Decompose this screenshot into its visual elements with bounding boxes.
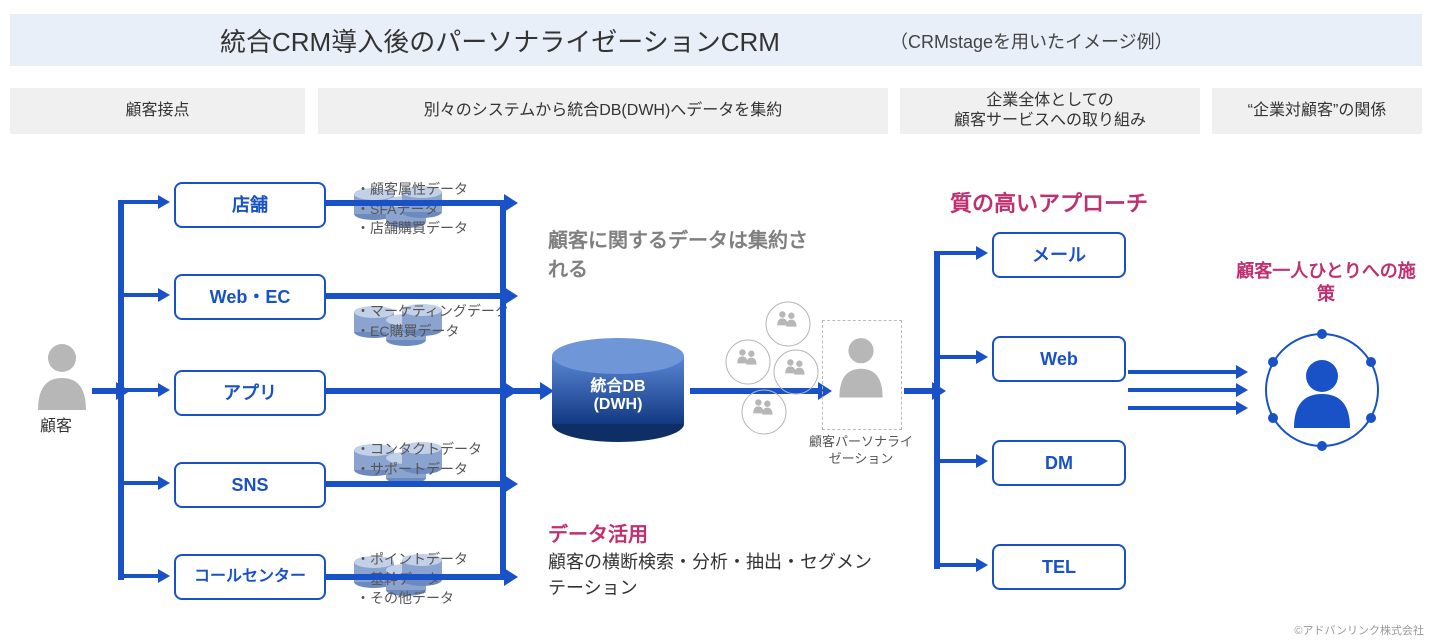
- db-note-0: ・顧客属性データ ・SFAデータ ・店舗購買データ: [356, 180, 468, 239]
- usage-head: データ活用: [548, 518, 648, 547]
- colhdr-touchpoint: 顧客接点: [10, 88, 305, 134]
- arr-app-0: [934, 251, 978, 255]
- tp-webec: Web・EC: [174, 274, 326, 320]
- conv-h-4: [326, 574, 506, 580]
- arr-app-3: [934, 563, 978, 567]
- app-mail: メール: [992, 232, 1126, 278]
- colhdr-relation: “企業対顧客”の関係: [1212, 88, 1422, 134]
- usage-body: 顧客の横断検索・分析・抽出・セグメンテーション: [548, 548, 888, 600]
- app-web: Web: [992, 336, 1126, 382]
- arrow-tp-4: [118, 574, 160, 578]
- customer-hub-icon: [1252, 320, 1392, 460]
- arr-hub-1: [1128, 370, 1238, 374]
- arrow-tp-1: [118, 293, 160, 297]
- arrow-to-central: [500, 388, 542, 394]
- tp-store: 店舗: [174, 182, 326, 228]
- copyright: ©アドバンリンク株式会社: [1294, 622, 1424, 638]
- conv-h-3: [326, 481, 506, 487]
- conv-h-2: [326, 388, 506, 394]
- conv-h-0: [326, 200, 506, 206]
- arrow-tp-2: [118, 388, 160, 392]
- colhdr-service: 企業全体としての 顧客サービスへの取り組み: [900, 88, 1200, 134]
- conv-h-1: [326, 293, 506, 299]
- individual-note: 顧客一人ひとりへの施策: [1236, 260, 1416, 307]
- segment-groups-icon: [718, 300, 828, 440]
- customer-icon: [32, 340, 92, 410]
- arr-hub-2: [1128, 388, 1238, 392]
- db-note-1: ・マーケティングデータ ・EC購買データ: [356, 302, 509, 341]
- customer-label: 顧客: [40, 412, 72, 436]
- app-tel: TEL: [992, 544, 1126, 590]
- arr-app-1: [934, 355, 978, 359]
- persona-icon: [834, 334, 888, 398]
- arr-hub-3: [1128, 406, 1238, 410]
- central-db-line1: 統合DB: [590, 378, 645, 395]
- title-bar: 統合CRM導入後のパーソナライゼーションCRM （CRMstageを用いたイメー…: [10, 14, 1422, 66]
- fan-vertical: [934, 251, 940, 569]
- title-main: 統合CRM導入後のパーソナライゼーションCRM: [220, 22, 780, 59]
- aggregate-note: 顧客に関するデータは集約される: [548, 224, 808, 282]
- arrow-tp-0: [118, 200, 160, 204]
- arrow-tp-3: [118, 481, 160, 485]
- db-note-2: ・コンタクトデータ ・サポートデータ: [356, 440, 482, 479]
- central-db-line2: (DWH): [594, 396, 643, 413]
- persona-label: 顧客パーソナライゼーション: [806, 434, 916, 468]
- tp-callcenter: コールセンター: [174, 554, 326, 600]
- arr-app-2: [934, 459, 978, 463]
- title-sub: （CRMstageを用いたイメージ例）: [890, 28, 1173, 54]
- approach-head: 質の高いアプローチ: [950, 186, 1148, 218]
- app-dm: DM: [992, 440, 1126, 486]
- tp-sns: SNS: [174, 462, 326, 508]
- tp-app: アプリ: [174, 370, 326, 416]
- central-db-label: 統合DB (DWH): [548, 372, 688, 414]
- fan-stub: [904, 388, 934, 394]
- branch-stub: [92, 388, 118, 394]
- colhdr-aggregate: 別々のシステムから統合DB(DWH)へデータを集約: [318, 88, 888, 134]
